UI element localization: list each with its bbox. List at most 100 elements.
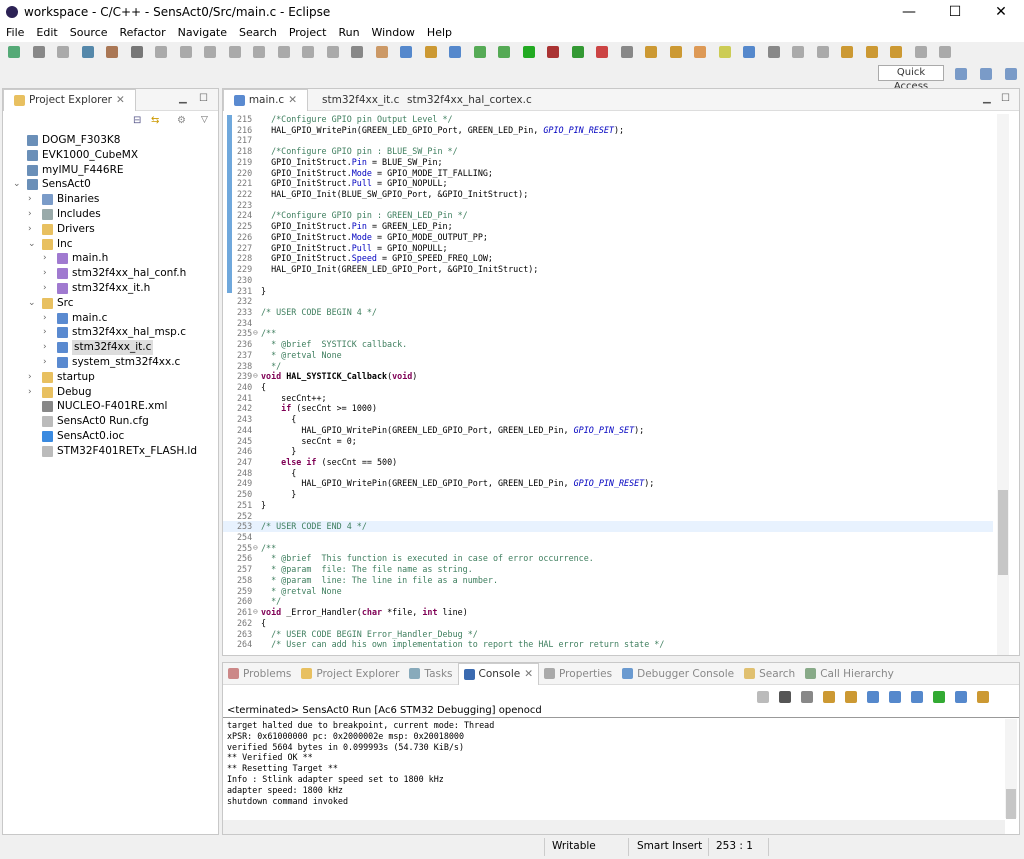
chevron-right-icon[interactable]: › xyxy=(43,340,53,355)
perspective-icon[interactable] xyxy=(955,68,967,80)
toolbar-button-icon[interactable] xyxy=(204,46,216,58)
tree-item[interactable]: STM32F401RETx_FLASH.ld xyxy=(3,444,218,459)
toolbar-button-icon[interactable] xyxy=(81,46,94,58)
tree-item[interactable]: › startup xyxy=(3,370,218,385)
console-tool-icon[interactable] xyxy=(779,691,791,703)
tree-item[interactable]: › stm32f4xx_it.c xyxy=(3,340,218,355)
tab-problems[interactable]: Problems xyxy=(223,663,296,685)
toolbar-button-icon[interactable] xyxy=(816,46,829,58)
console-scrollbar[interactable] xyxy=(1005,719,1017,819)
chevron-down-icon[interactable]: ⌄ xyxy=(28,237,38,252)
tab-project-explorer[interactable]: Project Explorer ✕ xyxy=(3,88,136,111)
toolbar-button-icon[interactable] xyxy=(473,46,486,58)
menu-window[interactable]: Window xyxy=(366,24,421,42)
toolbar-button-icon[interactable] xyxy=(914,46,927,58)
toolbar-button-icon[interactable] xyxy=(400,46,412,58)
toolbar-button-icon[interactable] xyxy=(155,46,167,58)
tree-item[interactable]: DOGM_F303K8 xyxy=(3,133,218,148)
tab-tasks[interactable]: Tasks xyxy=(404,663,457,685)
tree-item[interactable]: › Binaries xyxy=(3,192,218,207)
menu-project[interactable]: Project xyxy=(283,24,333,42)
minimize-icon[interactable]: ▁ xyxy=(179,93,187,104)
fold-toggle-icon[interactable]: ⊖ xyxy=(253,607,258,618)
tree-item[interactable]: › main.c xyxy=(3,311,218,326)
tab-search[interactable]: Search xyxy=(739,663,800,685)
tree-item[interactable]: ⌄ SensAct0 xyxy=(3,177,218,192)
toolbar-button-icon[interactable] xyxy=(841,46,853,58)
toolbar-button-icon[interactable] xyxy=(620,46,633,58)
toolbar-button-icon[interactable] xyxy=(865,46,878,58)
tree-item[interactable]: › stm32f4xx_it.h xyxy=(3,281,218,296)
console-tool-icon[interactable] xyxy=(757,691,769,703)
toolbar-button-icon[interactable] xyxy=(571,46,584,58)
menu-navigate[interactable]: Navigate xyxy=(172,24,233,42)
chevron-right-icon[interactable]: › xyxy=(43,266,53,281)
chevron-right-icon[interactable]: › xyxy=(28,370,38,385)
scrollbar-thumb[interactable] xyxy=(998,490,1008,575)
toolbar-button-icon[interactable] xyxy=(669,46,682,58)
filter-icon[interactable]: ⚙ xyxy=(177,115,186,126)
tree-item[interactable]: › Drivers xyxy=(3,222,218,237)
toolbar-button-icon[interactable] xyxy=(645,46,657,58)
console-tool-icon[interactable] xyxy=(977,691,989,703)
toolbar-button-icon[interactable] xyxy=(57,46,69,58)
chevron-down-icon[interactable]: ⌄ xyxy=(13,177,23,192)
editor-scrollbar[interactable] xyxy=(997,114,1009,655)
perspective-icon[interactable] xyxy=(1005,68,1017,80)
toolbar-button-icon[interactable] xyxy=(424,46,437,58)
tab-call-hierarchy[interactable]: Call Hierarchy xyxy=(800,663,899,685)
toolbar-button-icon[interactable] xyxy=(326,46,339,58)
menu-source[interactable]: Source xyxy=(64,24,114,42)
close-icon[interactable]: ✕ xyxy=(524,663,533,685)
fold-toggle-icon[interactable]: ⊖ xyxy=(253,543,258,554)
chevron-right-icon[interactable]: › xyxy=(43,251,53,266)
tree-item[interactable]: › main.h xyxy=(3,251,218,266)
toolbar-button-icon[interactable] xyxy=(351,46,363,58)
toolbar-button-icon[interactable] xyxy=(743,46,755,58)
menu-help[interactable]: Help xyxy=(421,24,458,42)
tree-item[interactable]: › Includes xyxy=(3,207,218,222)
toolbar-button-icon[interactable] xyxy=(130,46,143,58)
close-icon[interactable]: ✕ xyxy=(288,89,297,111)
tree-item[interactable]: SensAct0.ioc xyxy=(3,429,218,444)
console-hscrollbar[interactable] xyxy=(223,820,1005,834)
close-icon[interactable]: ✕ xyxy=(116,89,125,111)
toolbar-button-icon[interactable] xyxy=(32,46,45,58)
chevron-right-icon[interactable]: › xyxy=(43,311,53,326)
console-tool-icon[interactable] xyxy=(955,691,967,703)
chevron-down-icon[interactable]: ⌄ xyxy=(28,296,38,311)
console-tool-icon[interactable] xyxy=(801,691,813,703)
menu-refactor[interactable]: Refactor xyxy=(114,24,172,42)
minimize-icon[interactable]: ▁ xyxy=(983,93,991,104)
tab-properties[interactable]: Properties xyxy=(539,663,617,685)
tree-item[interactable]: SensAct0 Run.cfg xyxy=(3,414,218,429)
toolbar-button-icon[interactable] xyxy=(694,46,706,58)
toolbar-button-icon[interactable] xyxy=(596,46,608,58)
tree-item[interactable]: ⌄ Inc xyxy=(3,237,218,252)
tab-console[interactable]: Console ✕ xyxy=(457,662,540,685)
toolbar-button-icon[interactable] xyxy=(106,46,118,58)
tree-item[interactable]: myIMU_F446RE xyxy=(3,163,218,178)
menu-file[interactable]: File xyxy=(0,24,30,42)
tree-item[interactable]: › stm32f4xx_hal_conf.h xyxy=(3,266,218,281)
maximize-icon[interactable]: ☐ xyxy=(199,93,208,104)
toolbar-button-icon[interactable] xyxy=(522,46,535,58)
scrollbar-thumb[interactable] xyxy=(1006,789,1016,819)
menu-run[interactable]: Run xyxy=(332,24,365,42)
close-button[interactable]: ✕ xyxy=(978,0,1024,24)
toolbar-button-icon[interactable] xyxy=(375,46,388,58)
toolbar-button-icon[interactable] xyxy=(179,46,192,58)
console-tool-icon[interactable] xyxy=(867,691,879,703)
fold-toggle-icon[interactable]: ⊖ xyxy=(253,328,258,339)
tree-item[interactable]: › Debug xyxy=(3,385,218,400)
toolbar-button-icon[interactable] xyxy=(449,46,461,58)
toolbar-button-icon[interactable] xyxy=(890,46,902,58)
link-editor-icon[interactable]: ⇆ xyxy=(151,115,159,126)
tab-project-explorer[interactable]: Project Explorer xyxy=(296,663,404,685)
toolbar-button-icon[interactable] xyxy=(547,46,559,58)
tab-debugger-console[interactable]: Debugger Console xyxy=(617,663,739,685)
tree-item[interactable]: › system_stm32f4xx.c xyxy=(3,355,218,370)
console-tool-icon[interactable] xyxy=(911,691,923,703)
chevron-right-icon[interactable]: › xyxy=(43,325,53,340)
tree-item[interactable]: ⌄ Src xyxy=(3,296,218,311)
